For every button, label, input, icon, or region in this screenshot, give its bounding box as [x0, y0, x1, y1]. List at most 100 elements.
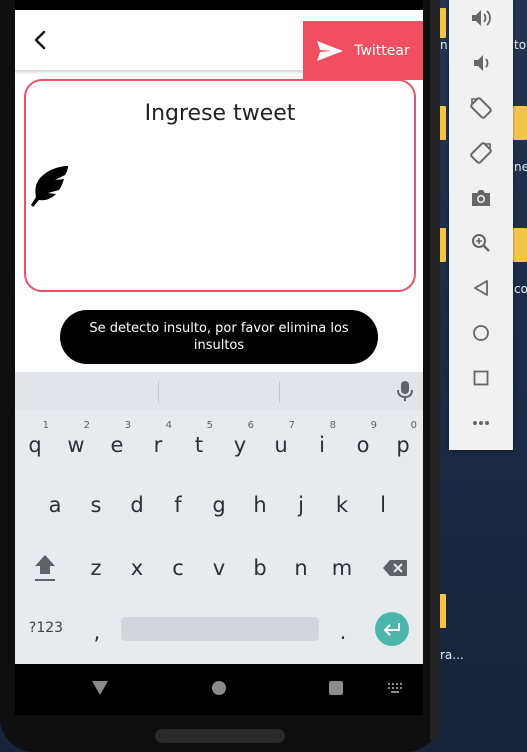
enter-key[interactable]	[375, 612, 409, 646]
overview-icon	[473, 370, 489, 386]
key-x[interactable]: x	[117, 545, 157, 591]
status-bar	[15, 0, 423, 10]
tweet-input[interactable]: Ingrese tweet	[24, 79, 416, 292]
key-char: p	[396, 433, 410, 457]
app-bar: Twittear	[15, 10, 423, 80]
key-r[interactable]: r4	[138, 420, 178, 468]
desktop-label[interactable]: ne	[514, 160, 527, 174]
key-a[interactable]: a	[35, 482, 75, 528]
key-c[interactable]: c	[158, 545, 198, 591]
key-y[interactable]: y6	[220, 420, 260, 468]
tweet-button[interactable]: Twittear	[303, 21, 423, 80]
desktop-label[interactable]: n	[440, 38, 448, 52]
key-k[interactable]: k	[322, 482, 362, 528]
key-number: 9	[370, 420, 377, 431]
zoom-button[interactable]	[467, 229, 495, 257]
shift-icon	[35, 555, 55, 581]
key-d[interactable]: d	[117, 482, 157, 528]
key-o[interactable]: o9	[343, 420, 383, 468]
key-number: 1	[42, 420, 49, 431]
key-char: o	[356, 433, 370, 457]
key-number: 8	[329, 420, 336, 431]
backspace-icon	[383, 560, 407, 576]
back-button[interactable]	[29, 28, 53, 52]
emulator-overview-button[interactable]	[467, 364, 495, 392]
keyboard-switch-icon[interactable]	[387, 682, 403, 694]
android-nav-bar	[15, 664, 423, 715]
key-number: 6	[247, 420, 254, 431]
symbols-key[interactable]: ?123	[21, 605, 71, 651]
volume-up-icon	[472, 10, 491, 26]
phone-bottom-bar	[155, 729, 285, 743]
key-l[interactable]: l	[363, 482, 403, 528]
key-g[interactable]: g	[199, 482, 239, 528]
tweet-input-placeholder: Ingrese tweet	[144, 101, 296, 126]
desktop-label[interactable]: to	[514, 38, 526, 52]
key-b[interactable]: b	[240, 545, 280, 591]
key-u[interactable]: u7	[261, 420, 301, 468]
desktop-label[interactable]: ra...	[440, 648, 464, 662]
screenshot-button[interactable]	[467, 184, 495, 212]
key-w[interactable]: w2	[56, 420, 96, 468]
key-char: t	[194, 433, 204, 457]
tweet-button-label: Twittear	[354, 42, 410, 59]
emulator-home-button[interactable]	[467, 319, 495, 347]
back-icon	[474, 280, 488, 296]
key-number: 5	[206, 420, 213, 431]
period-key[interactable]: .	[323, 609, 363, 655]
key-char: u	[274, 433, 288, 457]
key-n[interactable]: n	[281, 545, 321, 591]
emulator-more-button[interactable]	[467, 409, 495, 437]
desktop-item-marker	[513, 228, 527, 262]
key-f[interactable]: f	[158, 482, 198, 528]
key-char: i	[319, 433, 325, 457]
key-z[interactable]: z	[76, 545, 116, 591]
rotate-right-icon	[470, 142, 492, 164]
spacebar[interactable]	[121, 617, 319, 641]
backspace-key[interactable]	[375, 545, 415, 591]
key-e[interactable]: e3	[97, 420, 137, 468]
nav-back-icon[interactable]	[91, 680, 109, 696]
rotate-right-button[interactable]	[467, 139, 495, 167]
keyboard: q1 w2 e3 r4 t5 y6 u7 i8 o9 p0 a s d f g …	[15, 372, 423, 664]
phone-screen: Twittear Ingrese tweet Se detecto insult…	[15, 0, 423, 715]
more-icon	[473, 421, 489, 425]
desktop-item-marker	[513, 106, 527, 140]
comma-key[interactable]: ,	[77, 609, 117, 655]
zoom-icon	[472, 234, 490, 252]
suggestion-divider	[158, 381, 159, 403]
home-icon	[473, 325, 489, 341]
key-number: 2	[83, 420, 90, 431]
rotate-left-icon	[470, 97, 492, 119]
key-char: q	[28, 433, 42, 457]
microphone-icon[interactable]	[395, 380, 415, 402]
key-char: e	[110, 433, 124, 457]
key-m[interactable]: m	[322, 545, 362, 591]
volume-down-button[interactable]	[467, 49, 495, 77]
key-char: y	[233, 433, 247, 457]
key-j[interactable]: j	[281, 482, 321, 528]
rotate-left-button[interactable]	[467, 94, 495, 122]
insult-warning-toast: Se detecto insulto, por favor elimina lo…	[60, 310, 378, 364]
key-v[interactable]: v	[199, 545, 239, 591]
key-p[interactable]: p0	[383, 420, 423, 468]
key-t[interactable]: t5	[179, 420, 219, 468]
key-number: 7	[288, 420, 295, 431]
feather-icon	[31, 166, 68, 207]
key-char: w	[67, 433, 85, 457]
key-h[interactable]: h	[240, 482, 280, 528]
key-q[interactable]: q1	[15, 420, 55, 468]
key-number: 4	[165, 420, 172, 431]
shift-key[interactable]	[25, 545, 65, 591]
volume-down-icon	[474, 55, 489, 71]
desktop-label[interactable]: co	[514, 282, 527, 296]
key-s[interactable]: s	[76, 482, 116, 528]
nav-home-icon[interactable]	[211, 680, 227, 696]
nav-overview-icon[interactable]	[328, 680, 344, 696]
volume-up-button[interactable]	[467, 4, 495, 32]
enter-icon	[383, 623, 400, 636]
phone-edge	[430, 0, 440, 740]
key-i[interactable]: i8	[302, 420, 342, 468]
emulator-back-button[interactable]	[467, 274, 495, 302]
chevron-left-icon	[34, 30, 46, 50]
